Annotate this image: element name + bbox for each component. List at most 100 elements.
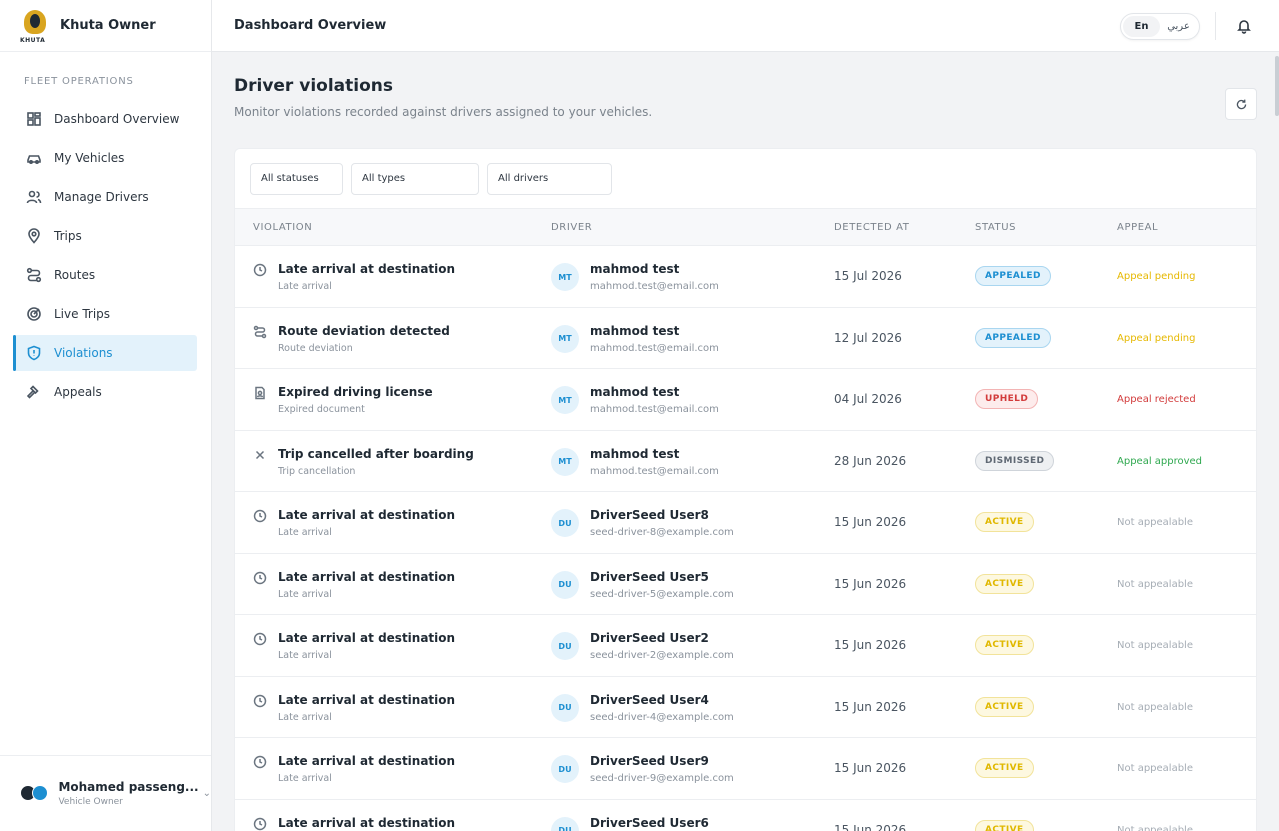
appeal-status: Appeal approved [1117, 455, 1203, 467]
table-row[interactable]: Late arrival at destination Late arrival… [235, 554, 1256, 615]
violation-title: Late arrival at destination [278, 815, 456, 830]
sidebar-item-appeals[interactable]: Appeals [14, 374, 197, 410]
avatar [20, 784, 48, 803]
scrollbar[interactable] [1275, 52, 1279, 831]
table-row[interactable]: Late arrival at destination Late arrival… [235, 677, 1256, 738]
table-body: Late arrival at destination Late arrival… [235, 246, 1256, 831]
status-badge: ACTIVE [975, 758, 1034, 778]
top-bar: Dashboard Overview En عربي [212, 0, 1279, 52]
appeal-status: Not appealable [1117, 517, 1193, 528]
logo-mark [24, 9, 46, 34]
violation-type: Late arrival [278, 650, 332, 661]
driver-email: mahmod.test@email.com [590, 404, 719, 415]
violation-title: Late arrival at destination [278, 631, 456, 645]
table-row[interactable]: Route deviation detected Route deviation… [235, 308, 1256, 369]
status-badge: ACTIVE [975, 512, 1034, 532]
driver-name: mahmod test [590, 262, 680, 276]
detected-date: 15 Jun 2026 [834, 761, 907, 775]
refresh-button[interactable] [1225, 88, 1257, 120]
sidebar-item-label: Trips [54, 229, 82, 243]
status-badge: ACTIVE [975, 573, 1034, 594]
scrollbar-thumb[interactable] [1275, 56, 1279, 116]
user-role: Vehicle Owner [58, 797, 123, 807]
clock-icon [253, 262, 267, 277]
violation-type: Expired document [278, 404, 365, 415]
driver-email: mahmod.test@email.com [590, 465, 719, 477]
driver-filter[interactable]: All drivers [487, 162, 612, 195]
user-menu[interactable]: Mohamed passeng... Vehicle Owner ⌄ [0, 755, 211, 831]
violation-title: Late arrival at destination [278, 754, 456, 768]
table-row[interactable]: Late arrival at destination Late arrival… [235, 800, 1256, 831]
violation-type: Trip cancellation [278, 465, 356, 477]
appeal-status: Not appealable [1117, 701, 1193, 713]
user-info: Mohamed passeng... Vehicle Owner [58, 780, 198, 807]
page-title: Dashboard Overview [234, 18, 387, 33]
status-filter[interactable]: All statuses [250, 162, 343, 195]
status-badge: DISMISSED [975, 450, 1055, 471]
avatar: DU [551, 755, 579, 783]
table-row[interactable]: Late arrival at destination Late arrival… [235, 492, 1256, 554]
sidebar-item-my-vehicles[interactable]: My Vehicles [14, 140, 197, 176]
header-divider [1215, 12, 1216, 40]
brand-name: Khuta Owner [60, 18, 156, 33]
sidebar-item-label: Live Trips [54, 307, 111, 321]
status-badge: ACTIVE [975, 819, 1034, 831]
filter-bar: All statuses All types All drivers [235, 149, 1256, 209]
status-badge: APPEALED [975, 327, 1051, 348]
lang-option-en[interactable]: En [1123, 16, 1160, 37]
section-label: FLEET OPERATIONS [24, 76, 134, 87]
driver-name: mahmod test [590, 446, 680, 461]
route-icon [26, 267, 42, 283]
detected-date: 15 Jun 2026 [834, 638, 907, 652]
bell-icon [1237, 20, 1251, 34]
sidebar-item-trips[interactable]: Trips [14, 218, 197, 254]
user-name: Mohamed passeng... [58, 780, 199, 794]
sidebar-item-label: My Vehicles [54, 151, 125, 165]
avatar: DU [551, 693, 579, 722]
avatar: DU [551, 570, 579, 599]
brand[interactable]: KHUTA Khuta Owner [0, 0, 211, 52]
sidebar-item-dashboard-overview[interactable]: Dashboard Overview [14, 101, 197, 137]
driver-name: DriverSeed User5 [590, 569, 709, 584]
users-icon [26, 190, 42, 204]
main-content: Driver violations Monitor violations rec… [212, 52, 1275, 831]
column-appeal: APPEAL [1117, 221, 1159, 233]
clock-icon [253, 631, 267, 646]
table-row[interactable]: Late arrival at destination Late arrival… [235, 246, 1256, 308]
x-icon [253, 447, 267, 461]
violation-title: Late arrival at destination [278, 508, 456, 522]
sidebar-item-live-trips[interactable]: Live Trips [14, 296, 197, 332]
table-row[interactable]: Late arrival at destination Late arrival… [235, 615, 1256, 677]
table-row[interactable]: Trip cancelled after boarding Trip cance… [235, 431, 1256, 492]
table-row[interactable]: Expired driving license Expired document… [235, 369, 1256, 431]
sidebar-item-label: Violations [54, 346, 113, 360]
driver-name: DriverSeed User6 [590, 815, 709, 830]
clock-icon [253, 754, 267, 769]
driver-name: DriverSeed User4 [590, 692, 709, 707]
sidebar-item-label: Routes [54, 268, 96, 282]
driver-name: mahmod test [590, 385, 680, 399]
sidebar-item-violations[interactable]: Violations [13, 335, 197, 371]
radar-icon [27, 307, 41, 321]
driver-name: DriverSeed User9 [590, 754, 709, 768]
clock-icon [253, 816, 267, 830]
language-toggle[interactable]: En عربي [1120, 13, 1200, 40]
appeal-status: Not appealable [1117, 824, 1193, 831]
khuta-logo: KHUTA [20, 6, 52, 46]
type-filter[interactable]: All types [351, 162, 479, 195]
violation-title: Late arrival at destination [278, 262, 456, 276]
chevron-down-icon: ⌄ [202, 788, 211, 799]
clock-icon [253, 570, 267, 584]
notifications-button[interactable] [1236, 18, 1252, 34]
avatar-vehicle [32, 784, 48, 801]
detected-date: 15 Jun 2026 [834, 822, 907, 831]
table-row[interactable]: Late arrival at destination Late arrival… [235, 738, 1256, 800]
sidebar-item-manage-drivers[interactable]: Manage Drivers [14, 179, 197, 215]
clock-icon [253, 693, 267, 707]
status-badge: ACTIVE [975, 696, 1034, 717]
status-badge: APPEALED [975, 266, 1051, 286]
sidebar-item-routes[interactable]: Routes [14, 257, 197, 293]
lang-option-ar[interactable]: عربي [1160, 16, 1197, 37]
avatar: DU [551, 509, 579, 537]
violation-type: Late arrival [278, 773, 332, 784]
